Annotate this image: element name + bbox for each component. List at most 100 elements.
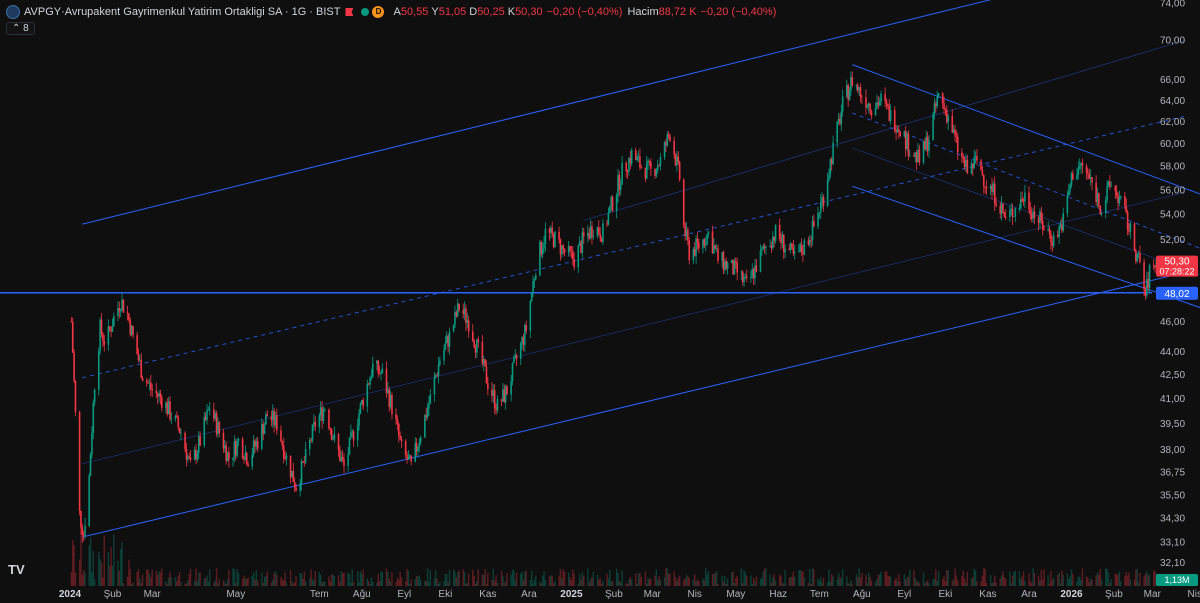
volume-bar [884,571,886,586]
price-tick-label: 46,00 [1160,317,1185,328]
candle [1041,213,1044,236]
volume-bar [636,583,638,586]
candle-body [270,416,273,421]
collapse-indicators-button[interactable]: ⌃ 8 [6,22,35,35]
candle-body [100,319,103,334]
volume-bar [343,572,345,586]
candle [247,461,249,468]
time-tick-label: Ağu [353,589,371,600]
candle-body [1018,208,1021,209]
volume-bar [558,575,560,586]
candle [602,219,604,246]
volume-bar [696,579,699,586]
price-tick-label: 64,00 [1160,96,1185,107]
volume-bar [759,579,762,586]
candle-body [521,337,523,344]
volume-bar [817,578,819,586]
volume-bar [1059,583,1062,586]
candle [339,445,341,462]
candle-body [952,129,955,133]
volume-bar [472,569,474,586]
candle [337,432,340,457]
volume-bar [439,581,441,586]
candle-body [82,535,85,536]
candle [456,298,459,318]
volume-bar [195,568,197,586]
candle [698,238,700,254]
candle [510,374,512,402]
volume-bar [1125,571,1127,586]
tradingview-logo-icon[interactable]: TV [8,562,25,577]
candle [558,226,560,244]
candle [762,243,765,251]
candle-body [174,415,177,420]
volume-bar [1085,576,1088,586]
price-tick-label: 56,00 [1160,185,1185,196]
price-tick-label: 36,75 [1160,467,1185,478]
candle [973,149,975,169]
candle-body [434,375,437,378]
volume-bar [444,573,447,586]
candle-body [525,324,528,331]
volume-badge-label: 1,13M [1164,575,1189,585]
volume-bar [1058,572,1060,586]
candle-body [1011,208,1014,217]
candle [885,98,888,110]
symbol-ticker[interactable]: AVPGY [24,6,61,18]
volume-bar [503,582,505,586]
candle [810,235,812,248]
price-chart[interactable]: 74,0070,0066,0064,0062,0060,0058,0056,00… [0,0,1200,603]
candle-body [107,326,110,345]
candle-body [656,165,659,171]
candle-body [869,103,871,112]
candle-body [84,525,86,536]
candle [251,448,254,470]
candle-body [1052,235,1055,247]
candle [361,399,363,406]
candle [1030,207,1033,223]
candle [434,373,437,379]
candle-body [640,167,643,169]
candle [187,454,189,463]
volume-bar [1120,581,1122,586]
ascending-channel-quarter-lower [82,191,1186,465]
candle [291,470,293,478]
volume-bar [270,582,273,586]
flag-icon[interactable] [345,8,354,16]
volume-bar [991,583,993,586]
volume-bar [769,574,771,586]
candle-body [784,248,786,253]
candle [598,220,600,236]
candle [333,426,336,443]
candle-body [122,299,125,313]
candle [1118,190,1121,207]
volume-bar [550,575,552,586]
candle [914,151,917,163]
candle-body [217,422,219,434]
candle-body [636,157,638,160]
candle-body [519,343,522,359]
candle-body [339,449,341,461]
candle [951,109,954,134]
volume-bar [522,579,525,586]
volume-bar [187,580,189,586]
candle [455,310,458,318]
symbol-title[interactable]: Avrupakent Gayrimenkul Yatirim Ortakligi… [65,6,341,18]
candle-body [117,308,119,317]
candle-body [169,401,171,420]
candle-body [963,158,966,168]
volume-bar [304,581,307,586]
candle-body [607,212,610,225]
candle-body [893,110,896,131]
volume-bar [107,551,110,586]
candle-body [265,414,267,425]
candle-body [70,321,73,323]
candle-body [972,163,974,169]
volume-bar [1117,574,1119,586]
time-tick-label: Ara [521,589,537,600]
candle-body [341,456,344,460]
candle [878,97,881,107]
candle [521,336,523,350]
candle [324,407,326,412]
volume-bar [750,575,752,586]
